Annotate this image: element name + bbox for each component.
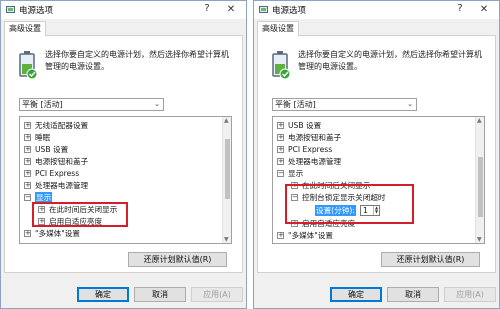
cancel-button[interactable]: 取消	[387, 287, 439, 302]
close-button[interactable]: ✕	[218, 2, 244, 18]
description-text: 选择你要自定义的电源计划，然后选择你希望计算机管理的电源设置。	[45, 50, 229, 71]
settings-tree[interactable]: + USB 设置 + 电源按钮和盖子 + PCI Express + 处理器电源…	[272, 116, 485, 244]
tab-advanced-settings[interactable]: 高级设置	[4, 21, 46, 36]
battery-check-icon	[19, 51, 38, 80]
expand-icon[interactable]: +	[24, 182, 31, 189]
power-plan-value: 平衡 [活动]	[275, 100, 316, 109]
stepper-arrows-icon[interactable]: ▲ ▼	[373, 206, 379, 215]
ok-button[interactable]: 确定	[330, 287, 382, 302]
tab-advanced-settings[interactable]: 高级设置	[257, 21, 299, 36]
apply-button[interactable]: 应用(A)	[191, 287, 243, 302]
expand-icon[interactable]: +	[277, 232, 284, 239]
chevron-down-icon: ⌄	[154, 100, 160, 108]
tree-item-label: USB 设置	[288, 121, 322, 130]
expand-icon[interactable]: +	[277, 122, 284, 129]
expand-icon[interactable]: +	[24, 134, 31, 141]
close-button[interactable]: ✕	[471, 2, 497, 18]
scroll-up-icon[interactable]: ▲	[224, 117, 229, 124]
expand-icon[interactable]: +	[277, 134, 284, 141]
restore-defaults-button[interactable]: 还原计划默认值(R)	[128, 252, 227, 267]
tree-item-label: 处理器电源管理	[288, 157, 342, 166]
power-options-icon	[6, 6, 15, 13]
tree-item-label: 在此时间后关闭显示	[49, 205, 118, 214]
settings-panel: 选择你要自定义的电源计划，然后选择你希望计算机管理的电源设置。 平衡 [活动] …	[4, 35, 243, 273]
cancel-button[interactable]: 取消	[134, 287, 186, 302]
expand-icon[interactable]: +	[277, 158, 284, 165]
power-options-icon	[259, 6, 268, 13]
restore-defaults-button[interactable]: 还原计划默认值(R)	[381, 252, 480, 267]
tree-item-label: 电源按钮和盖子	[35, 157, 89, 166]
expand-icon[interactable]: +	[24, 170, 31, 177]
expand-icon[interactable]: +	[24, 146, 31, 153]
minutes-stepper[interactable]: 1 ▲ ▼	[360, 205, 380, 216]
ok-button[interactable]: 确定	[77, 287, 129, 302]
scroll-up-icon[interactable]: ▲	[477, 117, 482, 124]
settings-tree[interactable]: + 无线适配器设置 + 睡眠 + USB 设置 + 电源按钮和盖子 + PCI …	[19, 116, 232, 244]
collapse-icon[interactable]: −	[291, 194, 298, 201]
tree-item-label: 在此时间后关闭显示	[302, 181, 371, 190]
expand-icon[interactable]: +	[277, 146, 284, 153]
power-options-dialog-left: 电源选项 ? ✕ 高级设置 选择你要自定义的电源计划，然后选择你希望计算机管理的…	[0, 0, 247, 309]
tree-item-label: 无线适配器设置	[35, 121, 89, 130]
scroll-down-icon[interactable]: ▼	[477, 236, 482, 243]
expand-icon[interactable]: +	[24, 122, 31, 129]
tree-item-label: 启用自适应亮度	[302, 219, 356, 228]
tree-item-label: 处理器电源管理	[35, 181, 89, 190]
tree-item-label: PCI Express	[288, 145, 333, 154]
scrollbar-thumb[interactable]	[478, 157, 483, 217]
scroll-down-icon[interactable]: ▼	[224, 236, 229, 243]
power-plan-select[interactable]: 平衡 [活动] ⌄	[272, 98, 417, 111]
scrollbar-thumb[interactable]	[225, 139, 230, 199]
tree-item-label: PCI Express	[35, 169, 80, 178]
tree-item-label: "多媒体"设置	[35, 229, 80, 238]
tree-item-label: 电源按钮和盖子	[288, 133, 342, 142]
expand-icon[interactable]: +	[24, 230, 31, 237]
expand-icon[interactable]: +	[24, 158, 31, 165]
power-plan-select[interactable]: 平衡 [活动] ⌄	[19, 98, 164, 111]
help-button[interactable]: ?	[453, 3, 467, 14]
collapse-icon[interactable]: −	[24, 194, 31, 201]
tree-scrollbar[interactable]: ▲ ▼	[475, 117, 484, 243]
expand-icon[interactable]: +	[291, 220, 298, 227]
minutes-value[interactable]: 1	[363, 206, 368, 215]
tree-item-label: "多媒体"设置	[288, 231, 333, 240]
chevron-down-icon: ⌄	[407, 100, 413, 108]
tree-item-label: USB 设置	[35, 145, 69, 154]
tree-item-label: 显示	[35, 192, 53, 203]
expand-icon[interactable]: +	[38, 206, 45, 213]
tree-item-label: 显示	[288, 169, 304, 178]
tree-item-label: 睡眠	[35, 133, 51, 142]
window-title: 电源选项	[272, 6, 307, 16]
setting-minutes-label: 设置(分钟):	[315, 205, 356, 216]
collapse-icon[interactable]: −	[277, 170, 284, 177]
power-plan-value: 平衡 [活动]	[22, 100, 63, 109]
expand-icon[interactable]: +	[291, 182, 298, 189]
expand-icon[interactable]: +	[38, 218, 45, 225]
power-options-dialog-right: 电源选项 ? ✕ 高级设置 选择你要自定义的电源计划，然后选择你希望计算机管理的…	[253, 0, 500, 309]
settings-panel: 选择你要自定义的电源计划，然后选择你希望计算机管理的电源设置。 平衡 [活动] …	[257, 35, 496, 273]
tree-item-label: 控制台锁定显示关闭超时	[302, 193, 386, 202]
tree-item-label: 启用自适应亮度	[49, 217, 103, 226]
tree-scrollbar[interactable]: ▲ ▼	[222, 117, 231, 243]
battery-check-icon	[272, 51, 291, 80]
description-text: 选择你要自定义的电源计划，然后选择你希望计算机管理的电源设置。	[298, 50, 482, 71]
window-title: 电源选项	[19, 6, 54, 16]
help-button[interactable]: ?	[200, 3, 214, 14]
title-bar: 电源选项 ? ✕	[1, 1, 246, 19]
apply-button[interactable]: 应用(A)	[444, 287, 496, 302]
title-bar: 电源选项 ? ✕	[254, 1, 499, 19]
